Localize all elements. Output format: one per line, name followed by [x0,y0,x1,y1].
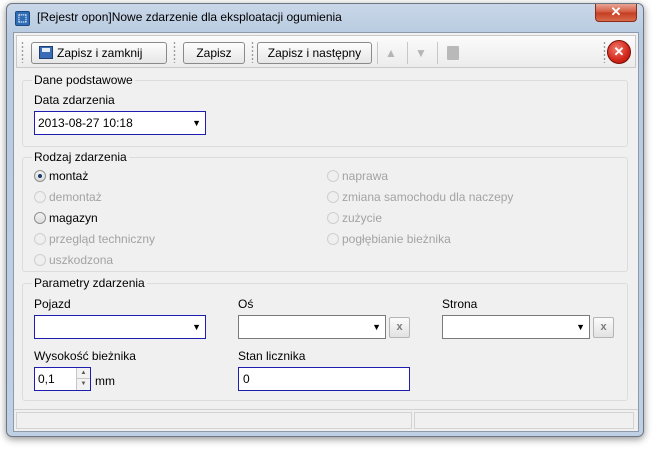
radio-montaz[interactable]: montaż [34,169,88,183]
toolbar-grip [251,41,254,63]
save-and-close-button[interactable]: Zapisz i zamknij [31,42,167,64]
dialog-client-area: Zapisz i zamknij Zapisz Zapisz i następn… [13,32,639,432]
vehicle-label: Pojazd [34,297,71,311]
close-icon: ✕ [610,4,622,19]
status-bar [14,409,638,431]
dialog-window: ⬚ [Rejestr opon]Nowe zdarzenie dla ekspl… [6,3,644,437]
radio-poglebianie-bieznika[interactable]: pogłębianie bieżnika [327,232,451,246]
tread-depth-stepper[interactable]: 0,1 ▲ ▼ [34,367,91,391]
vehicle-dropdown[interactable]: ▼ [34,315,206,339]
radio-demontaz[interactable]: demontaż [34,190,102,204]
chevron-down-icon[interactable]: ▼ [192,316,201,338]
toolbar-grip [173,41,176,63]
cancel-close-icon[interactable]: ✕ [607,40,631,64]
tread-depth-value: 0,1 [38,372,55,386]
axle-clear-button[interactable]: x [389,317,410,338]
status-cell [16,412,412,429]
toolbar-separator [407,42,408,64]
title-bar[interactable]: ⬚ [Rejestr opon]Nowe zdarzenie dla ekspl… [7,4,643,32]
axle-dropdown[interactable]: ▼ [238,315,386,339]
radio-dot [34,212,46,224]
toolbar: Zapisz i zamknij Zapisz Zapisz i następn… [16,35,636,68]
odometer-label: Stan licznika [238,349,306,363]
radio-uszkodzona[interactable]: uszkodzona [34,253,113,267]
toolbar-grip [603,41,606,63]
side-dropdown[interactable]: ▼ [442,315,590,339]
window-title: [Rejestr opon]Nowe zdarzenie dla eksploa… [37,10,342,24]
save-and-next-button[interactable]: Zapisz i następny [257,42,372,64]
status-cell [414,412,634,429]
toolbar-grip[interactable] [21,41,24,63]
basic-data-group-title: Dane podstawowe [32,73,135,87]
event-date-picker[interactable]: 2013-08-27 10:18 ▼ [34,111,206,135]
floppy-disk-icon [39,46,53,59]
odometer-input[interactable]: 0 [238,367,410,391]
radio-dot [34,233,46,245]
move-down-icon[interactable]: ▼ [415,46,427,60]
tread-depth-label: Wysokość bieżnika [34,349,136,363]
chevron-down-icon[interactable]: ▼ [192,112,201,134]
radio-dot [327,233,339,245]
side-label: Strona [442,297,478,311]
radio-magazyn[interactable]: magazyn [34,211,98,225]
axle-label: Oś [238,297,254,311]
tread-depth-unit: mm [95,374,115,388]
event-params-group-title: Parametry zdarzenia [32,276,147,290]
radio-dot [327,191,339,203]
radio-dot [34,254,46,266]
stepper-down-icon[interactable]: ▼ [77,379,90,390]
event-type-group-title: Rodzaj zdarzenia [32,150,129,164]
radio-zmiana-samochodu[interactable]: zmiana samochodu dla naczepy [327,190,513,204]
stepper-up-icon[interactable]: ▲ [77,368,90,379]
radio-zuzycie[interactable]: zużycie [327,211,382,225]
tire-app-icon: ⬚ [15,11,30,26]
toolbar-separator [377,42,378,64]
side-clear-button[interactable]: x [593,317,614,338]
radio-dot [34,191,46,203]
toolbar-separator [437,42,438,64]
copy-icon[interactable] [447,46,459,60]
radio-przeglad-techniczny[interactable]: przegląd techniczny [34,232,155,246]
chevron-down-icon[interactable]: ▼ [576,316,585,338]
move-up-icon[interactable]: ▲ [385,46,397,60]
radio-naprawa[interactable]: naprawa [327,169,388,183]
event-date-label: Data zdarzenia [34,93,115,107]
radio-dot [327,170,339,182]
chevron-down-icon[interactable]: ▼ [372,316,381,338]
radio-dot [34,170,46,182]
stepper-buttons: ▲ ▼ [76,368,90,390]
window-close-button[interactable]: ✕ [595,4,637,22]
event-date-value: 2013-08-27 10:18 [38,116,133,130]
save-button[interactable]: Zapisz [183,42,245,64]
radio-dot [327,212,339,224]
